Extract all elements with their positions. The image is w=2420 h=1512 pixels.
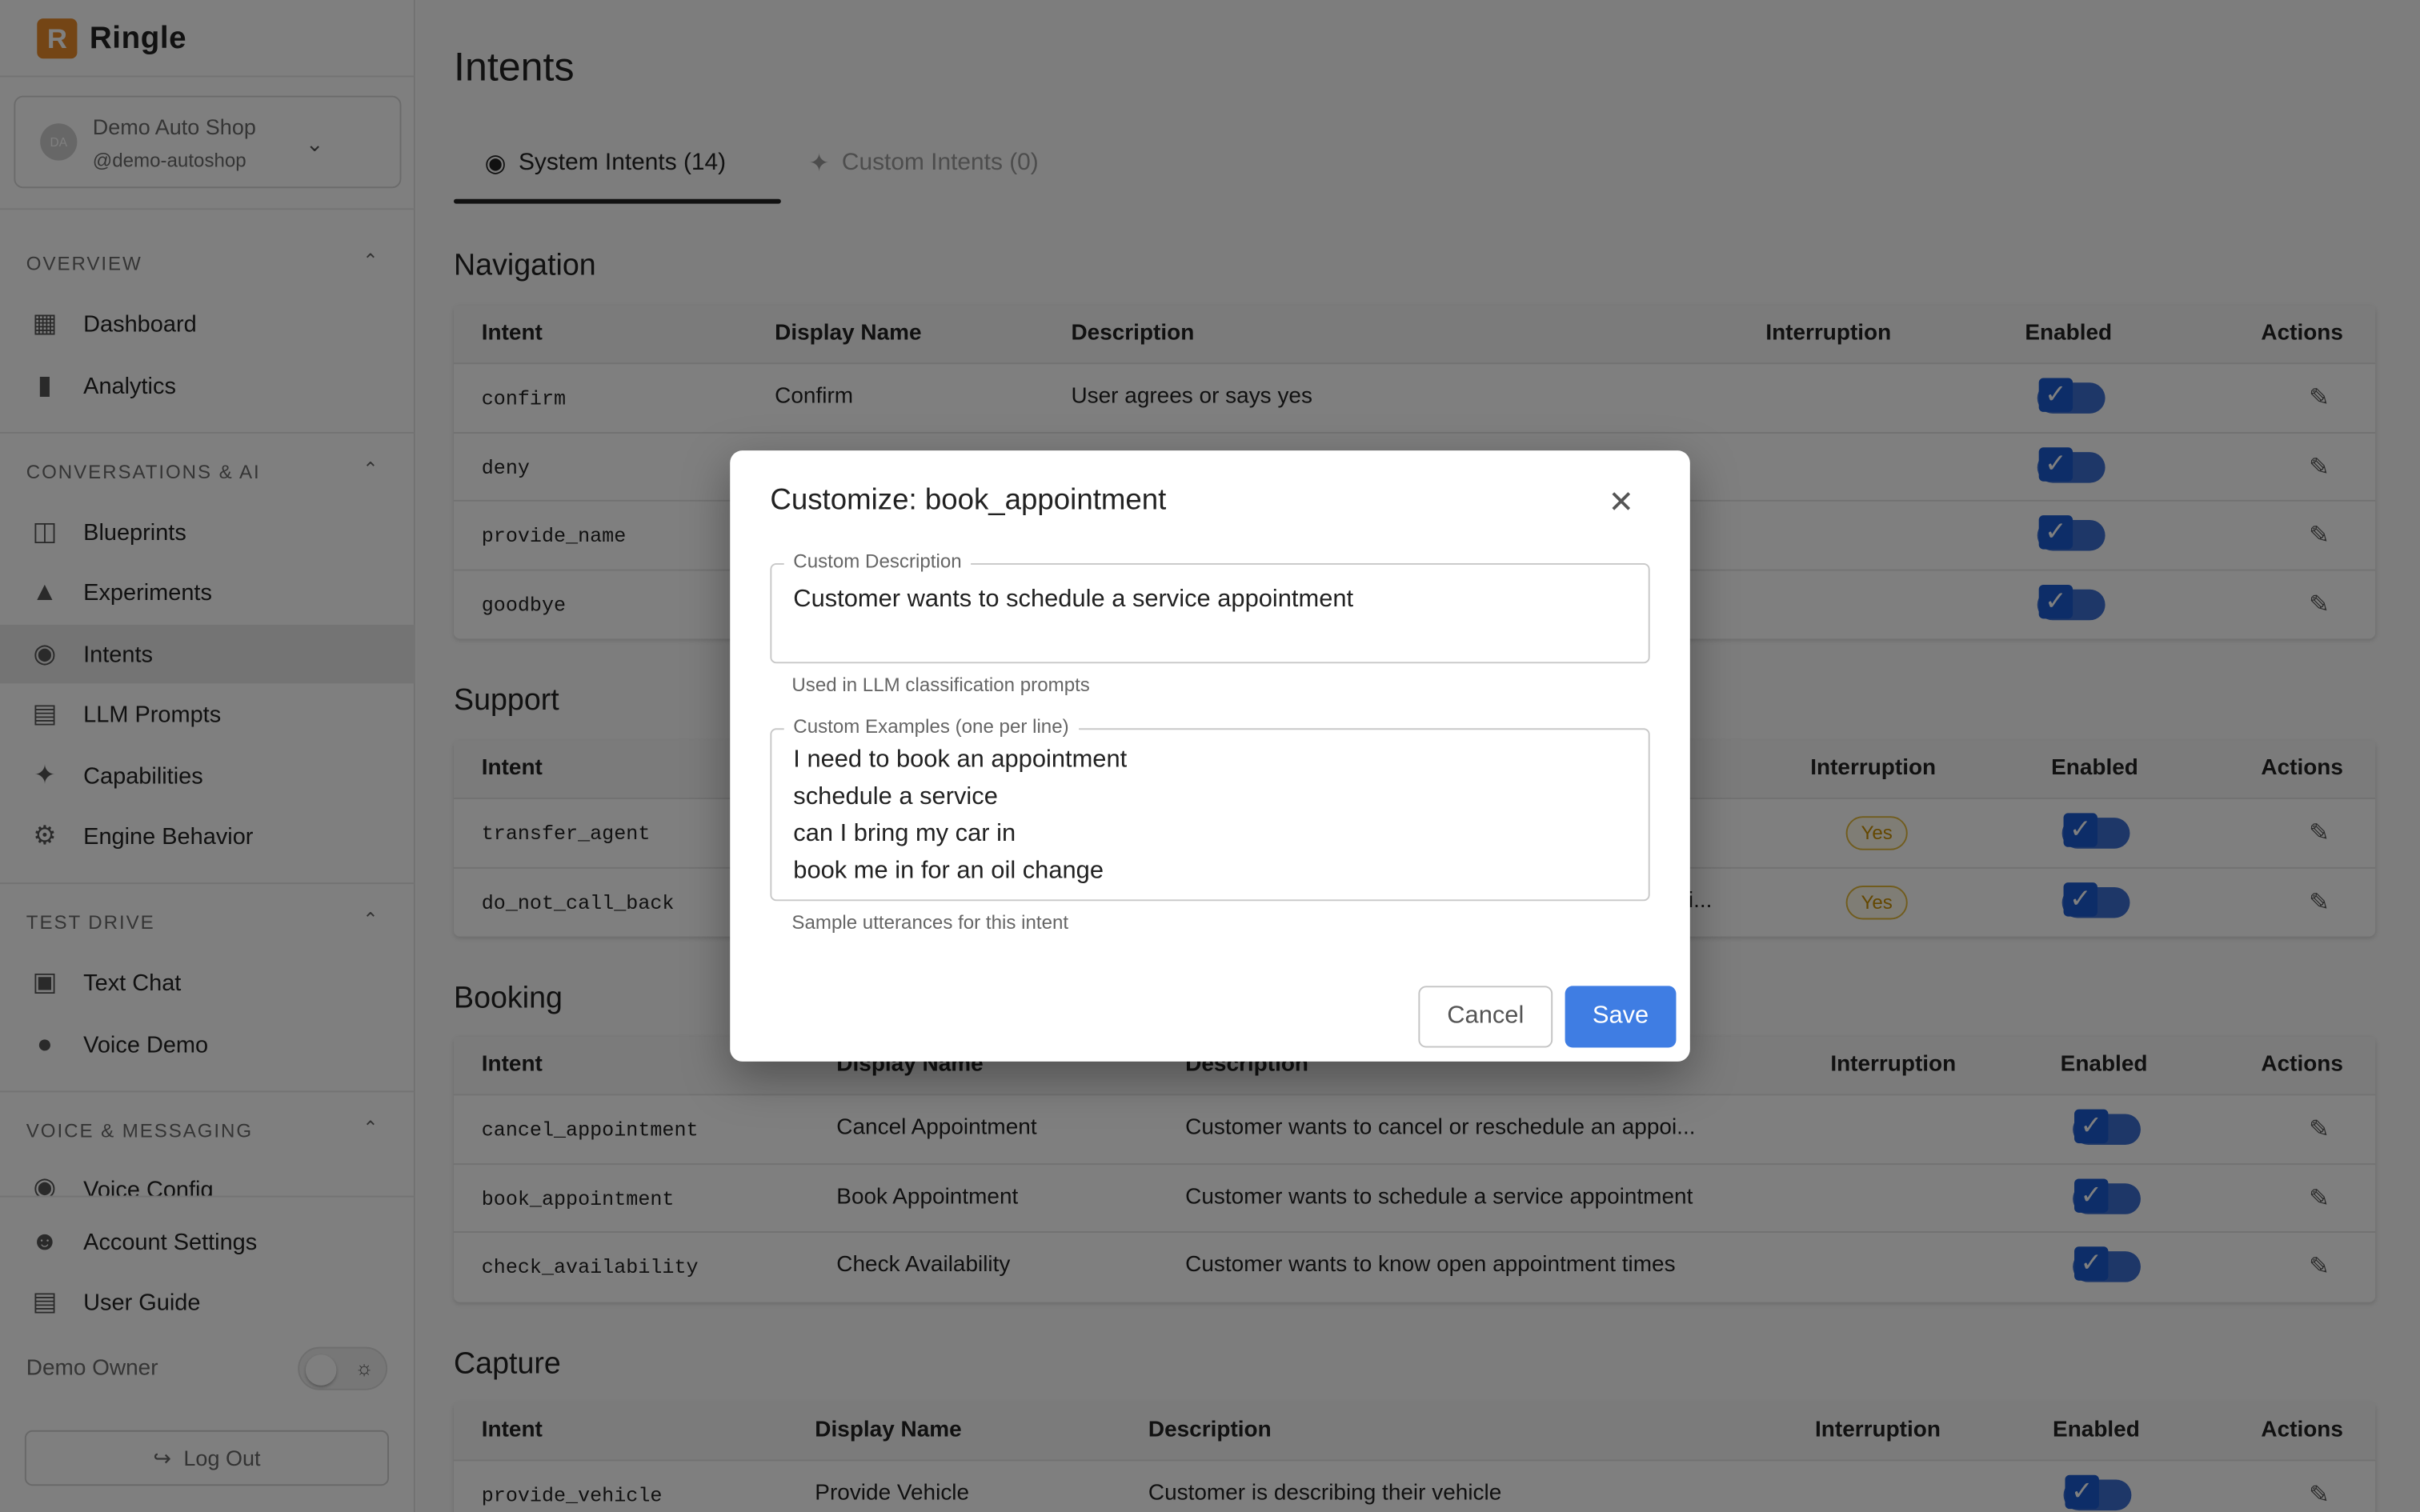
field-helper-text: Sample utterances for this intent xyxy=(791,911,1069,934)
field-helper-text: Used in LLM classification prompts xyxy=(791,674,1090,696)
custom-description-field[interactable]: Custom Description Customer wants to sch… xyxy=(770,550,1650,664)
close-icon[interactable]: ✕ xyxy=(1609,483,1634,522)
save-button[interactable]: Save xyxy=(1565,986,1677,1048)
cancel-button[interactable]: Cancel xyxy=(1418,986,1553,1048)
custom-examples-field[interactable]: Custom Examples (one per line) I need to… xyxy=(770,715,1650,902)
customize-intent-dialog: Customize: book_appointment ✕ Custom Des… xyxy=(730,450,1690,1062)
field-label: Custom Examples (one per line) xyxy=(783,715,1079,738)
field-value[interactable]: I need to book an appointment schedule a… xyxy=(793,742,1127,890)
field-label: Custom Description xyxy=(783,550,972,573)
field-value[interactable]: Customer wants to schedule a service app… xyxy=(793,582,1353,618)
dialog-title: Customize: book_appointment xyxy=(770,484,1167,518)
